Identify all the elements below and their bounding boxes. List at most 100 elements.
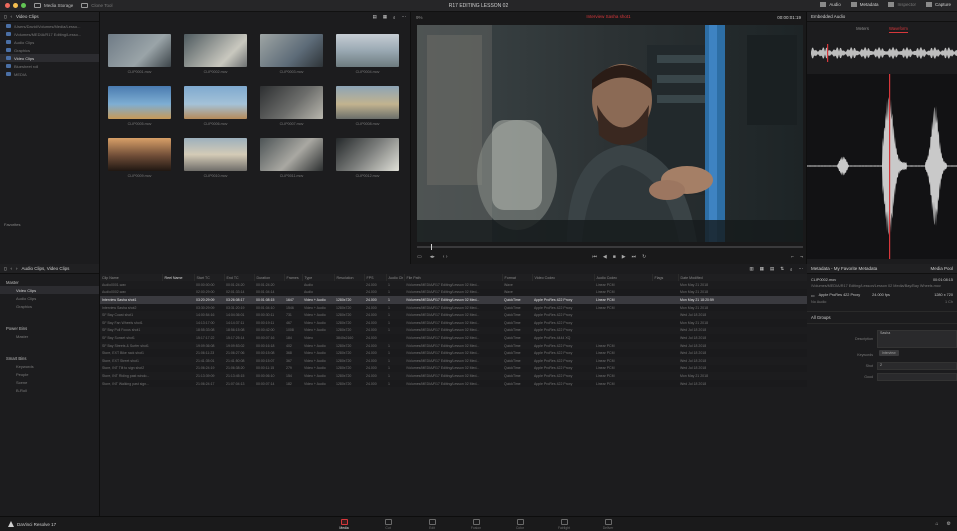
waveform-overview[interactable] — [811, 44, 957, 62]
bin-group-title[interactable]: Master — [0, 278, 99, 286]
sort-icon[interactable]: ⇅ — [780, 266, 784, 272]
page-tab-fairlight[interactable]: Fairlight — [556, 519, 572, 530]
table-row[interactable]: Interview Sasha shot2 03:30:29:09 03:31:20… — [100, 303, 807, 312]
clip-thumbnail[interactable]: CLIP0005.mov — [108, 86, 171, 126]
table-row[interactable]: SF Bay Pull Focus shot1 18:55:33:08 18:56:… — [100, 327, 807, 335]
storage-item[interactable]: Bluesheet roll — [0, 62, 99, 70]
column-header[interactable]: Audio Ch — [386, 274, 405, 281]
video-frame[interactable] — [417, 25, 803, 242]
column-header[interactable]: Audio Codec — [594, 274, 653, 281]
jog-icon[interactable]: ‹ › — [443, 254, 448, 260]
bin-item[interactable]: Audio Clips — [0, 294, 99, 302]
table-row[interactable]: Store, EXT Street shot1 21:41:35:01 21:41:… — [100, 357, 807, 365]
media-storage-button[interactable]: Media Storage — [34, 3, 73, 8]
settings-icon[interactable]: ⚙ — [947, 521, 951, 527]
page-tab-deliver[interactable]: Deliver — [600, 519, 616, 530]
page-tab-media[interactable]: Media — [336, 519, 352, 530]
minimize-window-button[interactable] — [13, 3, 18, 8]
metadata-source-dropdown[interactable]: Media Pool — [930, 266, 953, 271]
play-reverse-icon[interactable]: ◀ — [603, 254, 607, 260]
bin-group-title[interactable]: Smart Bins — [0, 354, 99, 362]
clip-thumbnail[interactable]: CLIP0003.mov — [260, 34, 323, 74]
table-row[interactable]: SF Bay Sunset shot1 15:17:17:22 15:17:25:1… — [100, 334, 807, 342]
bin-back-icon[interactable]: ‹ — [10, 266, 12, 271]
viewer-mode-icon[interactable]: ▭ — [417, 254, 422, 260]
column-header[interactable]: Start TC — [194, 274, 225, 281]
thumb-view-icon[interactable]: ▦ — [760, 266, 764, 272]
bin-item[interactable]: People — [0, 370, 99, 378]
storage-item[interactable]: /Volumes/MEDIA/R17 Editing/Lesso... — [0, 30, 99, 38]
tab-meters[interactable]: Meters — [856, 26, 869, 33]
bin-item[interactable]: B-Roll — [0, 386, 99, 394]
clip-thumbnail[interactable]: CLIP0008.mov — [336, 86, 399, 126]
column-header[interactable]: Clip Name — [100, 274, 163, 281]
clip-thumbnail[interactable]: CLIP0002.mov — [184, 34, 247, 74]
clip-thumbnail[interactable]: CLIP0010.mov — [184, 138, 247, 178]
page-tab-edit[interactable]: Edit — [424, 519, 440, 530]
table-row[interactable]: Interview Sasha shot1 03:20:29:09 03:26:08… — [100, 296, 807, 304]
column-header[interactable]: Format — [502, 274, 533, 281]
tab-audio[interactable]: Audio — [820, 2, 841, 7]
playhead[interactable] — [431, 244, 432, 250]
table-row[interactable]: SF Bay Streets & Surfer shot1 19:09:36:08… — [100, 342, 807, 350]
column-header[interactable]: End TC — [224, 274, 255, 281]
table-row[interactable]: SF Bay Fan Wheels shot1 14:13:17:00 14:14:… — [100, 318, 807, 327]
sidebar-toggle-icon[interactable]: ▯ — [4, 14, 6, 20]
storage-item[interactable]: Audio Clips — [0, 38, 99, 46]
metadata-field-input[interactable] — [877, 373, 957, 381]
storage-item[interactable]: MEDIA — [0, 70, 99, 78]
metadata-field-input[interactable]: 2 — [877, 362, 957, 370]
home-icon[interactable]: ⌂ — [935, 521, 938, 527]
metadata-field-input[interactable]: Sasha — [877, 330, 957, 348]
mark-in-icon[interactable]: ⌐ — [791, 254, 794, 260]
bin-item[interactable]: Master — [0, 332, 99, 340]
storage-item[interactable]: Video Clips — [0, 54, 99, 62]
column-header[interactable]: File Path — [404, 274, 503, 281]
table-row[interactable]: Store, EXT Bike rack shot1 21:06:11:23 21:… — [100, 349, 807, 357]
tab-waveform[interactable]: Waveform — [888, 26, 908, 33]
table-row[interactable]: Audio0002.wav 02:00:29:00 02:01:33:14 00:01… — [100, 288, 807, 297]
clip-thumbnail[interactable]: CLIP0007.mov — [260, 86, 323, 126]
column-header[interactable]: Date Modified — [678, 274, 808, 281]
more-options-icon[interactable]: ⋯ — [402, 14, 407, 20]
mark-out-icon[interactable]: ¬ — [800, 254, 803, 260]
bin-list-toggle-icon[interactable]: ▯ — [4, 266, 6, 272]
keyword-tag[interactable]: Interview — [879, 350, 899, 356]
search-list-icon[interactable]: ⌕ — [790, 267, 793, 272]
column-header[interactable]: Type — [302, 274, 335, 281]
audio-scrub-icon[interactable]: ◂▸ — [430, 254, 435, 260]
metadata-group-label[interactable]: All Groups — [807, 311, 957, 324]
clip-thumbnail[interactable]: CLIP0012.mov — [336, 138, 399, 178]
clip-thumbnail[interactable]: CLIP0001.mov — [108, 34, 171, 74]
table-row[interactable]: Store, INT Riding past windo... 21:13:39:… — [100, 372, 807, 380]
clip-thumbnail[interactable]: CLIP0006.mov — [184, 86, 247, 126]
go-to-start-icon[interactable]: ⏮ — [592, 254, 597, 260]
clone-tool-button[interactable]: Clone Tool — [81, 3, 112, 8]
stop-icon[interactable]: ■ — [613, 254, 616, 260]
column-header[interactable]: Duration — [254, 274, 285, 281]
list-view-icon[interactable]: ▤ — [372, 14, 376, 20]
bin-item[interactable]: Scene — [0, 378, 99, 386]
back-icon[interactable]: ‹ — [10, 14, 12, 19]
tab-metadata[interactable]: Metadata — [850, 2, 878, 7]
metadata-view-icon[interactable]: ▥ — [749, 266, 753, 272]
storage-item[interactable]: Graphics — [0, 46, 99, 54]
bin-item[interactable]: Graphics — [0, 302, 99, 310]
clip-thumbnail[interactable]: CLIP0011.mov — [260, 138, 323, 178]
bin-forward-icon[interactable]: › — [16, 266, 18, 271]
column-header[interactable]: Reel Name — [162, 274, 195, 281]
page-tab-fusion[interactable]: Fusion — [468, 519, 484, 530]
list-options-icon[interactable]: ⋯ — [799, 266, 804, 272]
search-icon[interactable]: ⌕ — [393, 15, 396, 20]
page-tab-color[interactable]: Color — [512, 519, 528, 530]
column-header[interactable]: Video Codec — [532, 274, 595, 281]
column-header[interactable]: Frames — [284, 274, 303, 281]
loop-icon[interactable]: ↻ — [642, 254, 646, 260]
clip-thumbnail[interactable]: CLIP0009.mov — [108, 138, 171, 178]
bin-item[interactable]: Video Clips — [0, 286, 99, 294]
zoom-window-button[interactable] — [21, 3, 26, 8]
bin-item[interactable]: Keywords — [0, 362, 99, 370]
table-row[interactable]: Store, INT Tilt to sign shot2 21:06:24:19… — [100, 364, 807, 373]
column-header[interactable]: Flags — [652, 274, 679, 281]
tab-capture[interactable]: Capture — [925, 2, 951, 7]
